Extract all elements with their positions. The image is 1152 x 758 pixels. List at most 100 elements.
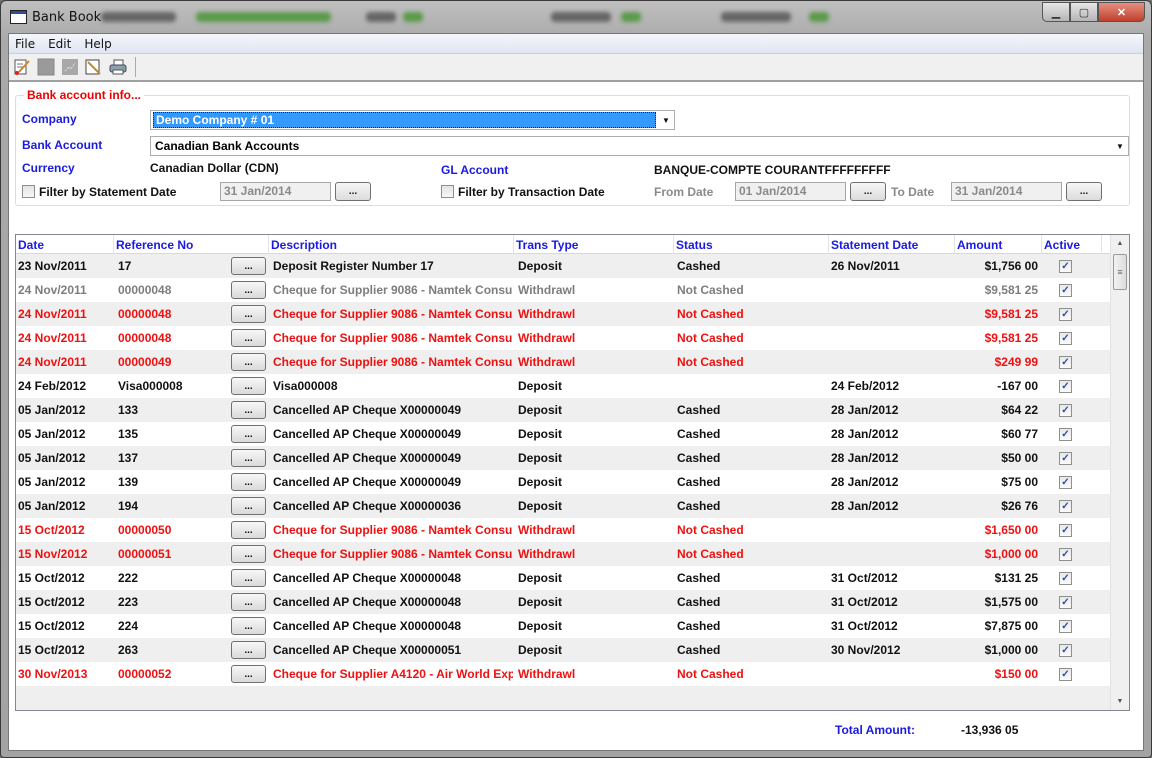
table-row[interactable]: 24 Nov/2011 00000049 Cheque for Supplier 9… — [16, 350, 1110, 374]
from-date-picker-button[interactable]: ... — [850, 182, 886, 201]
column-header-reference-no[interactable]: Reference No — [114, 235, 269, 254]
column-header-status[interactable]: Status — [674, 235, 829, 254]
row-details-button[interactable]: ... — [231, 521, 266, 539]
print-button[interactable] — [109, 58, 127, 76]
save-button[interactable] — [37, 58, 55, 76]
table-row[interactable]: 24 Nov/2011 00000048 Cheque for Supplier 9… — [16, 278, 1110, 302]
row-details-button[interactable]: ... — [231, 665, 266, 683]
bank-account-select[interactable]: Canadian Bank Accounts ▼ — [150, 136, 1129, 156]
row-details-button[interactable]: ... — [231, 305, 266, 323]
table-row[interactable]: 05 Jan/2012 133 Cancelled AP Cheque X00000… — [16, 398, 1110, 422]
table-row[interactable]: 24 Nov/2011 00000048 Cheque for Supplier 9… — [16, 302, 1110, 326]
row-details-button[interactable]: ... — [231, 593, 266, 611]
row-details-button[interactable]: ... — [231, 257, 266, 275]
table-row[interactable]: 15 Oct/2012 00000050 Cheque for Supplier 9… — [16, 518, 1110, 542]
cell-description: Cancelled AP Cheque X00000051 — [273, 643, 462, 657]
active-checkbox[interactable]: ✓ — [1059, 668, 1072, 681]
cell-reference-no: 194 — [118, 499, 139, 513]
active-checkbox[interactable]: ✓ — [1059, 596, 1072, 609]
table-row[interactable]: 24 Feb/2012 Visa000008 Visa000008 Deposit 24… — [16, 374, 1110, 398]
minimize-button[interactable]: ▁ — [1042, 2, 1070, 22]
table-row[interactable]: 15 Oct/2012 263 Cancelled AP Cheque X00000… — [16, 638, 1110, 662]
cell-reference-no: 139 — [118, 475, 139, 489]
cell-statement-date: 24 Feb/2012 — [831, 379, 900, 393]
undo-button[interactable] — [61, 58, 79, 76]
row-details-button[interactable]: ... — [231, 425, 266, 443]
active-checkbox[interactable]: ✓ — [1059, 308, 1072, 321]
cell-amount: $64 22 — [1001, 403, 1038, 417]
row-details-button[interactable]: ... — [231, 617, 266, 635]
active-checkbox[interactable]: ✓ — [1059, 572, 1072, 585]
title-bar[interactable]: Bank Book ▁ ▢ ✕ — [1, 1, 1151, 33]
row-details-button[interactable]: ... — [231, 497, 266, 515]
table-row[interactable]: 15 Nov/2012 00000051 Cheque for Supplier 9… — [16, 542, 1110, 566]
cell-reference-no: 137 — [118, 451, 139, 465]
cell-statement-date — [831, 302, 951, 326]
column-header-active[interactable]: Active — [1042, 235, 1102, 254]
menu-file[interactable]: File — [15, 37, 35, 51]
active-checkbox[interactable]: ✓ — [1059, 332, 1072, 345]
table-row[interactable]: 15 Oct/2012 223 Cancelled AP Cheque X00000… — [16, 590, 1110, 614]
filter-statement-date-checkbox[interactable] — [22, 185, 35, 198]
column-header-amount[interactable]: Amount — [955, 235, 1042, 254]
edit-button[interactable] — [13, 58, 31, 76]
row-details-button[interactable]: ... — [231, 569, 266, 587]
active-checkbox[interactable]: ✓ — [1059, 644, 1072, 657]
cell-trans-type: Deposit — [518, 643, 563, 657]
active-checkbox[interactable]: ✓ — [1059, 548, 1072, 561]
row-details-button[interactable]: ... — [231, 449, 266, 467]
menu-edit[interactable]: Edit — [48, 37, 71, 51]
active-checkbox[interactable]: ✓ — [1059, 356, 1072, 369]
table-row[interactable]: 05 Jan/2012 137 Cancelled AP Cheque X00000… — [16, 446, 1110, 470]
active-checkbox[interactable]: ✓ — [1059, 524, 1072, 537]
cell-status — [677, 374, 827, 398]
maximize-button[interactable]: ▢ — [1070, 2, 1098, 22]
scroll-down-arrow-icon[interactable]: ▼ — [1111, 693, 1129, 710]
active-checkbox[interactable]: ✓ — [1059, 452, 1072, 465]
cell-date: 05 Jan/2012 — [18, 427, 86, 441]
scroll-up-arrow-icon[interactable]: ▲ — [1111, 235, 1129, 252]
active-checkbox[interactable]: ✓ — [1059, 620, 1072, 633]
statement-date-field[interactable]: 31 Jan/2014 — [220, 182, 331, 201]
from-date-field[interactable]: 01 Jan/2014 — [735, 182, 846, 201]
filter-transaction-date-checkbox[interactable] — [441, 185, 454, 198]
cell-description: Cancelled AP Cheque X00000036 — [273, 499, 462, 513]
statement-date-picker-button[interactable]: ... — [335, 182, 371, 201]
table-row[interactable]: 15 Oct/2012 224 Cancelled AP Cheque X00000… — [16, 614, 1110, 638]
active-checkbox[interactable]: ✓ — [1059, 428, 1072, 441]
edit-document-button[interactable] — [85, 58, 103, 76]
row-details-button[interactable]: ... — [231, 353, 266, 371]
company-select[interactable]: Demo Company # 01 ▼ — [150, 110, 675, 130]
active-checkbox[interactable]: ✓ — [1059, 476, 1072, 489]
vertical-scrollbar[interactable]: ▲ ≡ ▼ — [1110, 235, 1129, 710]
table-row[interactable]: 05 Jan/2012 194 Cancelled AP Cheque X00000… — [16, 494, 1110, 518]
row-details-button[interactable]: ... — [231, 377, 266, 395]
close-button[interactable]: ✕ — [1098, 2, 1145, 22]
active-checkbox[interactable]: ✓ — [1059, 404, 1072, 417]
to-date-picker-button[interactable]: ... — [1066, 182, 1102, 201]
table-row[interactable]: 30 Nov/2013 00000052 Cheque for Supplier A… — [16, 662, 1110, 686]
table-row[interactable]: 15 Oct/2012 222 Cancelled AP Cheque X00000… — [16, 566, 1110, 590]
column-header-date[interactable]: Date — [16, 235, 114, 254]
column-header-trans-type[interactable]: Trans Type — [514, 235, 674, 254]
menu-help[interactable]: Help — [84, 37, 111, 51]
scrollbar-thumb[interactable]: ≡ — [1113, 254, 1127, 290]
column-header-statement-date[interactable]: Statement Date — [829, 235, 955, 254]
table-row[interactable]: 23 Nov/2011 17 Deposit Register Number 17 D… — [16, 254, 1110, 278]
row-details-button[interactable]: ... — [231, 329, 266, 347]
row-details-button[interactable]: ... — [231, 281, 266, 299]
active-checkbox[interactable]: ✓ — [1059, 260, 1072, 273]
row-details-button[interactable]: ... — [231, 641, 266, 659]
column-header-description[interactable]: Description — [269, 235, 514, 254]
to-date-field[interactable]: 31 Jan/2014 — [951, 182, 1062, 201]
active-checkbox[interactable]: ✓ — [1059, 284, 1072, 297]
cell-statement-date: 31 Oct/2012 — [831, 571, 898, 585]
active-checkbox[interactable]: ✓ — [1059, 500, 1072, 513]
table-row[interactable]: 05 Jan/2012 135 Cancelled AP Cheque X00000… — [16, 422, 1110, 446]
active-checkbox[interactable]: ✓ — [1059, 380, 1072, 393]
table-row[interactable]: 05 Jan/2012 139 Cancelled AP Cheque X00000… — [16, 470, 1110, 494]
table-row[interactable]: 24 Nov/2011 00000048 Cheque for Supplier 9… — [16, 326, 1110, 350]
row-details-button[interactable]: ... — [231, 473, 266, 491]
row-details-button[interactable]: ... — [231, 545, 266, 563]
row-details-button[interactable]: ... — [231, 401, 266, 419]
